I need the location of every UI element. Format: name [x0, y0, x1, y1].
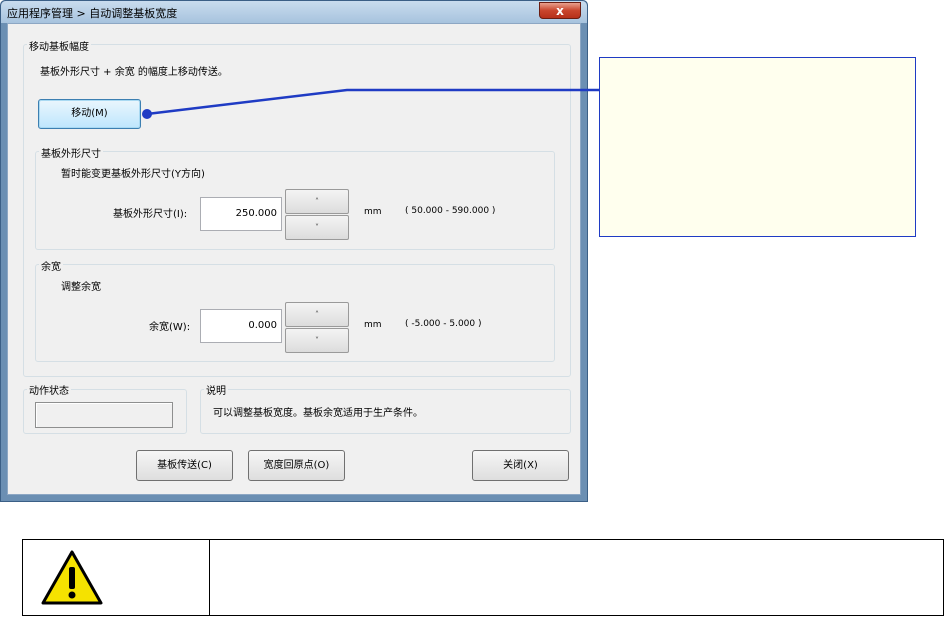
- size-spin-down-button[interactable]: ˅: [285, 215, 349, 240]
- width-origin-button[interactable]: 宽度回原点(O): [248, 450, 345, 481]
- size-group-title: 基板外形尺寸: [39, 145, 103, 160]
- size-range: ( 50.000 - 590.000 ): [405, 206, 496, 216]
- window-title: 应用程序管理 > 自动调整基板宽度: [7, 7, 178, 20]
- status-display: [35, 402, 173, 428]
- size-unit: mm: [364, 207, 382, 217]
- chevron-down-icon: ˅: [315, 336, 319, 345]
- caution-icon-cell: [23, 540, 210, 615]
- size-spin-up-button[interactable]: ˄: [285, 189, 349, 214]
- margin-range: ( -5.000 - 5.000 ): [405, 319, 482, 329]
- dialog-client-area: 移动基板幅度 基板外形尺寸 + 余宽 的幅度上移动传送。 移动(M) 基板外形尺…: [7, 23, 581, 495]
- margin-spin-down-button[interactable]: ˅: [285, 328, 349, 353]
- dialog-window: 应用程序管理 > 自动调整基板宽度 x 移动基板幅度 基板外形尺寸 + 余宽 的…: [0, 0, 588, 502]
- size-subtitle: 暂时能变更基板外形尺寸(Y方向): [61, 169, 205, 180]
- chevron-down-icon: ˅: [315, 223, 319, 232]
- margin-subtitle: 调整余宽: [61, 282, 101, 293]
- margin-group-title: 余宽: [39, 258, 63, 273]
- info-group-title: 说明: [204, 382, 228, 397]
- chevron-up-icon: ˄: [315, 197, 319, 206]
- margin-unit: mm: [364, 320, 382, 330]
- close-button[interactable]: 关闭(X): [472, 450, 569, 481]
- move-description: 基板外形尺寸 + 余宽 的幅度上移动传送。: [40, 67, 228, 78]
- close-window-button[interactable]: x: [539, 2, 581, 19]
- status-group-title: 动作状态: [27, 382, 71, 397]
- callout-box: [599, 57, 916, 237]
- caution-bar: [22, 539, 944, 616]
- size-field-label: 基板外形尺寸(I):: [113, 209, 188, 220]
- board-transfer-button[interactable]: 基板传送(C): [136, 450, 233, 481]
- warning-triangle-icon: [41, 550, 103, 605]
- size-input[interactable]: 250.000: [200, 197, 282, 231]
- title-bar[interactable]: 应用程序管理 > 自动调整基板宽度 x: [1, 1, 587, 23]
- margin-spin-up-button[interactable]: ˄: [285, 302, 349, 327]
- margin-field-label: 余宽(W):: [149, 322, 191, 333]
- margin-input[interactable]: 0.000: [200, 309, 282, 343]
- chevron-up-icon: ˄: [315, 310, 319, 319]
- move-button[interactable]: 移动(M): [38, 99, 141, 129]
- move-group-title: 移动基板幅度: [27, 38, 91, 53]
- info-text: 可以调整基板宽度。基板余宽适用于生产条件。: [213, 408, 423, 419]
